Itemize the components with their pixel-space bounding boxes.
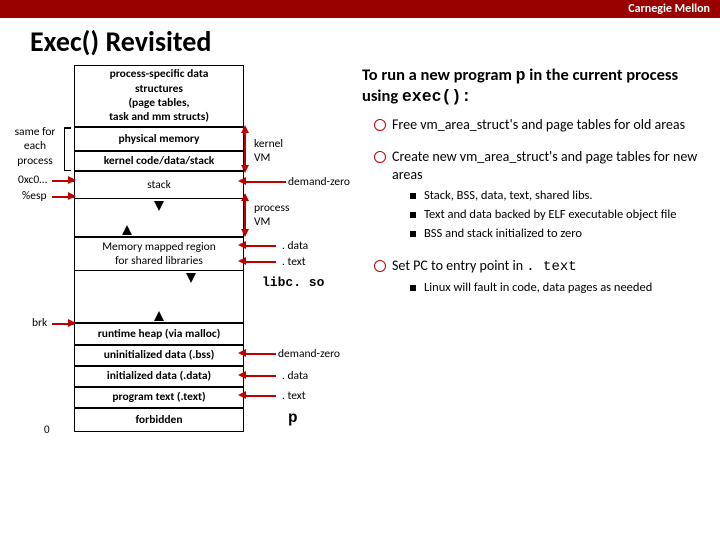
mmap-l2: for shared libraries [115,254,203,268]
label-dz2: demand-zero [278,347,340,361]
text-column: To run a new program p in the current pr… [354,65,710,535]
kvm-l3: (page tables, [128,96,189,110]
redline-text-icon [244,395,276,397]
label-rtext2: . text [282,389,306,403]
bullet-2b: Text and data backed by ELF executable o… [410,207,710,224]
kvm-l1: process-specific data [110,67,209,81]
label-brk: brk [32,316,47,330]
redhead-kvm-d-icon [241,165,249,173]
redhead-proc-u-icon [241,193,249,201]
box-bss: uninitialized data (.bss) [74,345,244,366]
sub-list-2: Stack, BSS, data, text, shared libs. Tex… [392,188,710,243]
bullet-1: Free vm_area_struct's and page tables fo… [374,116,710,134]
bullet-list: Free vm_area_struct's and page tables fo… [362,116,710,297]
box-kernel-code: kernel code/data/stack [74,151,244,171]
label-0xc0: 0xc0… [18,173,47,187]
box-heap: runtime heap (via malloc) [74,323,244,345]
bullet-3: Set PC to entry point in . text Linux wi… [374,257,710,297]
label-rtext1: . text [282,255,306,269]
brand-bar: Carnegie Mellon [0,0,720,18]
redhead-dz2-icon [238,349,246,357]
bullet-3a: Linux will fault in code, data pages as … [410,280,710,297]
redline-dz1-icon [244,181,286,183]
brand-text: Carnegie Mellon [628,2,710,16]
mmap-l1: Memory mapped region [102,240,216,254]
redline-shlib2-icon [244,261,276,263]
label-rdata1: . data [282,239,308,253]
arrow-brk-head-icon [68,319,76,327]
bullet-2c: BSS and stack initialized to zero [410,226,710,243]
kvm-l2: structures [135,82,183,96]
redline-dz2-icon [244,353,276,355]
redhead-shlib1-icon [238,241,246,249]
arrow-mmap-up-icon [122,225,132,235]
arrow-heap-up-icon [154,311,164,321]
box-stack: stack [74,171,244,199]
diagram: process-specific data structures (page t… [4,65,354,535]
box-mmap: Memory mapped region for shared librarie… [74,237,244,271]
box-forbidden: forbidden [74,408,244,432]
kvm-l4: task and mm structs) [109,110,209,124]
bullet-2a: Stack, BSS, data, text, shared libs. [410,188,710,205]
label-dz1: demand-zero [288,175,350,189]
arrow-0xc0-head-icon [68,176,76,184]
arrow-mmap-down-icon [186,273,196,283]
box-kernel-structs: process-specific data structures (page t… [74,65,244,127]
redline-shlib1-icon [244,245,276,247]
bullet-2: Create new vm_area_struct's and page tab… [374,148,710,243]
arrow-stack-down-icon [154,201,164,211]
redhead-shlib2-icon [238,257,246,265]
box-text: program text (.text) [74,387,244,408]
box-data: initialized data (.data) [74,366,244,387]
redhead-data-icon [238,371,246,379]
redhead-kvm-u-icon [241,125,249,133]
label-zero: 0 [44,423,50,436]
brace-kernel-icon [64,127,70,171]
box-phys-mem: physical memory [74,127,244,151]
label-p: p [288,409,298,427]
label-libc: libc. so [262,275,324,290]
redline-data-icon [244,375,276,377]
slide-title: Exec() Revisited [0,18,720,65]
label-process-vm: process VM [254,201,290,229]
label-esp: %esp [22,189,46,203]
redhead-text-icon [238,391,246,399]
redhead-proc-d-icon [241,229,249,237]
label-rdata2: . data [282,369,308,383]
arrow-esp-head-icon [68,192,76,200]
redhead-dz1-icon [238,177,246,185]
sub-list-3: Linux will fault in code, data pages as … [392,280,710,297]
label-same-for: same for each process [8,125,62,168]
label-kernel-vm: kernel VM [254,137,283,165]
main-area: process-specific data structures (page t… [0,65,720,535]
subheading: To run a new program p in the current pr… [362,65,710,108]
